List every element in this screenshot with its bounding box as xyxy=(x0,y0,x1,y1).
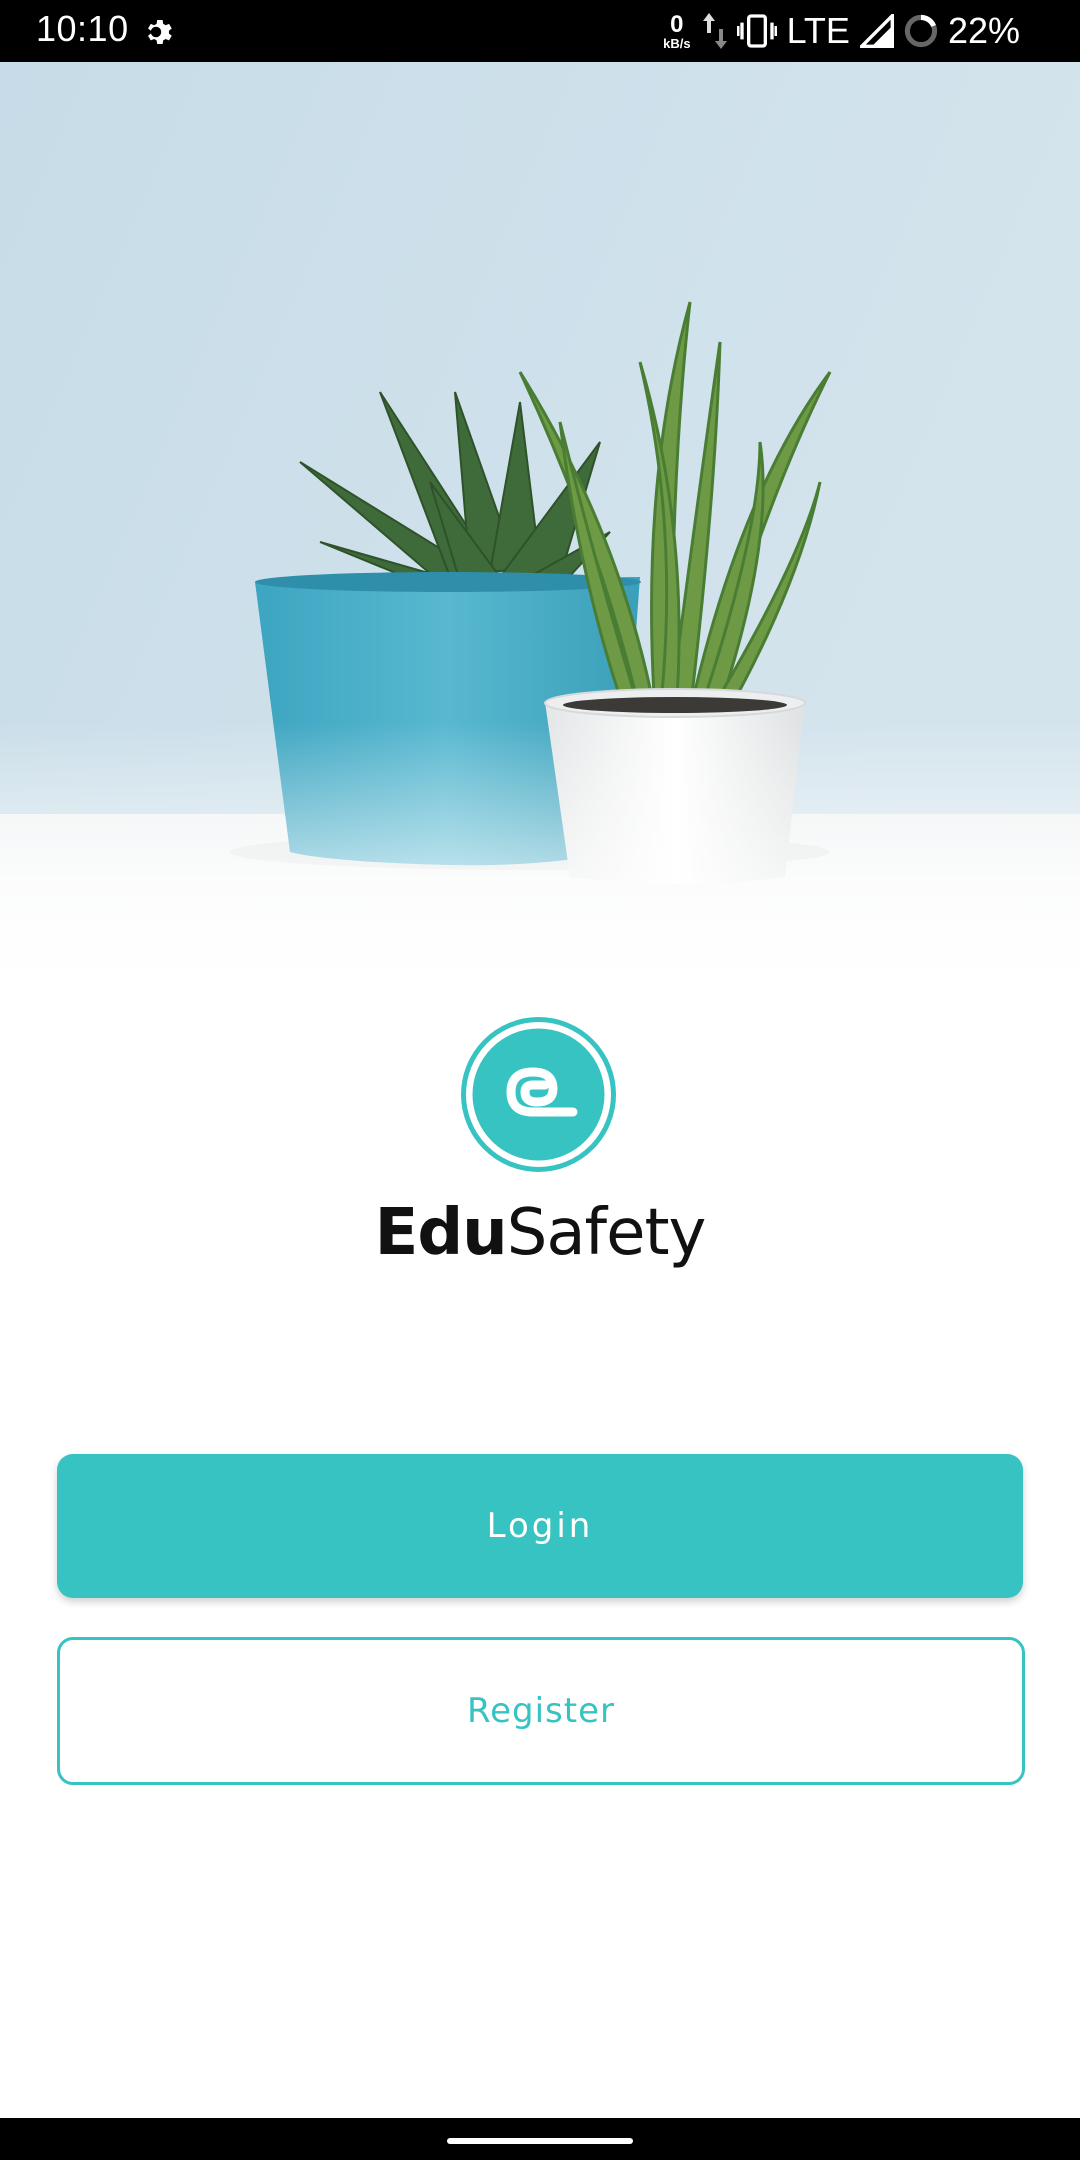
home-gesture-handle[interactable] xyxy=(447,2138,633,2144)
signal-icon xyxy=(859,14,894,48)
gear-icon xyxy=(138,14,174,50)
navigation-bar xyxy=(0,2118,1080,2160)
data-rate-unit: kB/s xyxy=(663,35,691,51)
app-title-bold: Edu xyxy=(374,1196,508,1270)
data-rate: 0 kB/s xyxy=(663,10,691,51)
register-button-label: Register xyxy=(467,1691,615,1731)
battery-percent: 22% xyxy=(947,10,1020,51)
hero-image xyxy=(0,62,1080,1032)
status-bar: 10:10 0 kB/s LTE 22% xyxy=(0,0,1080,62)
register-button[interactable]: Register xyxy=(57,1637,1025,1785)
status-time: 10:10 xyxy=(36,8,129,49)
vibrate-icon xyxy=(736,14,777,48)
data-arrows-icon xyxy=(702,11,727,51)
edusafety-logo-icon xyxy=(461,1017,616,1172)
app-title: EduSafety xyxy=(0,1196,1080,1270)
status-icons: 0 kB/s LTE 22% xyxy=(663,6,1020,56)
app-title-regular: Safety xyxy=(506,1196,707,1270)
login-button-label: Login xyxy=(486,1506,594,1546)
data-rate-value: 0 xyxy=(670,10,684,38)
network-type: LTE xyxy=(786,10,850,51)
battery-icon xyxy=(904,14,938,48)
hero-fade xyxy=(0,62,1080,1032)
login-button[interactable]: Login xyxy=(57,1454,1023,1598)
